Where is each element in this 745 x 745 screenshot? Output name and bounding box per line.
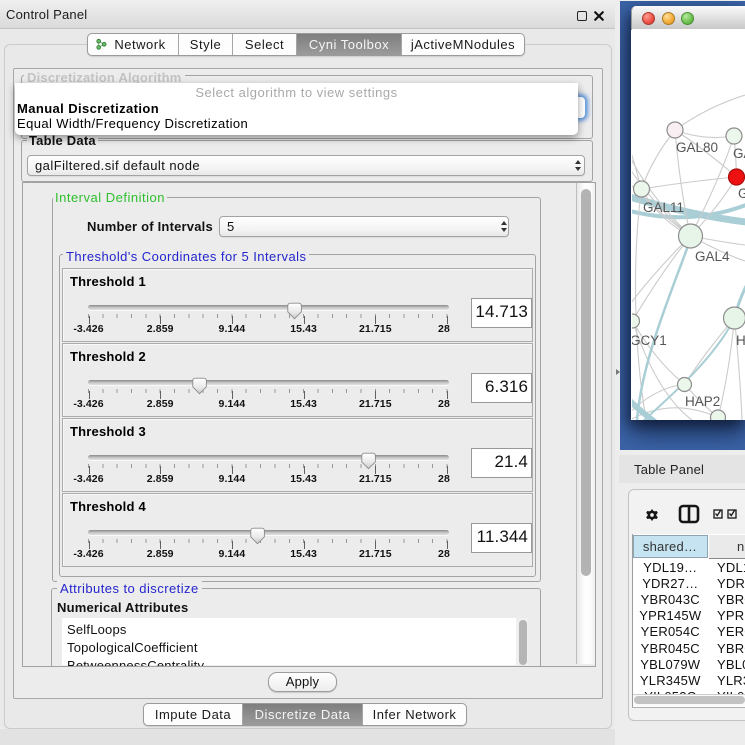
svg-text:HAP2: HAP2 [685,394,720,409]
svg-text:GCY1: GCY1 [632,333,667,348]
svg-text:GAL11: GAL11 [643,200,684,215]
svg-text:H: H [736,333,745,348]
svg-text:GAL4: GAL4 [695,249,730,264]
svg-text:G: G [738,186,745,201]
svg-text:GA: GA [733,146,745,161]
svg-text:GAL80: GAL80 [676,140,718,155]
